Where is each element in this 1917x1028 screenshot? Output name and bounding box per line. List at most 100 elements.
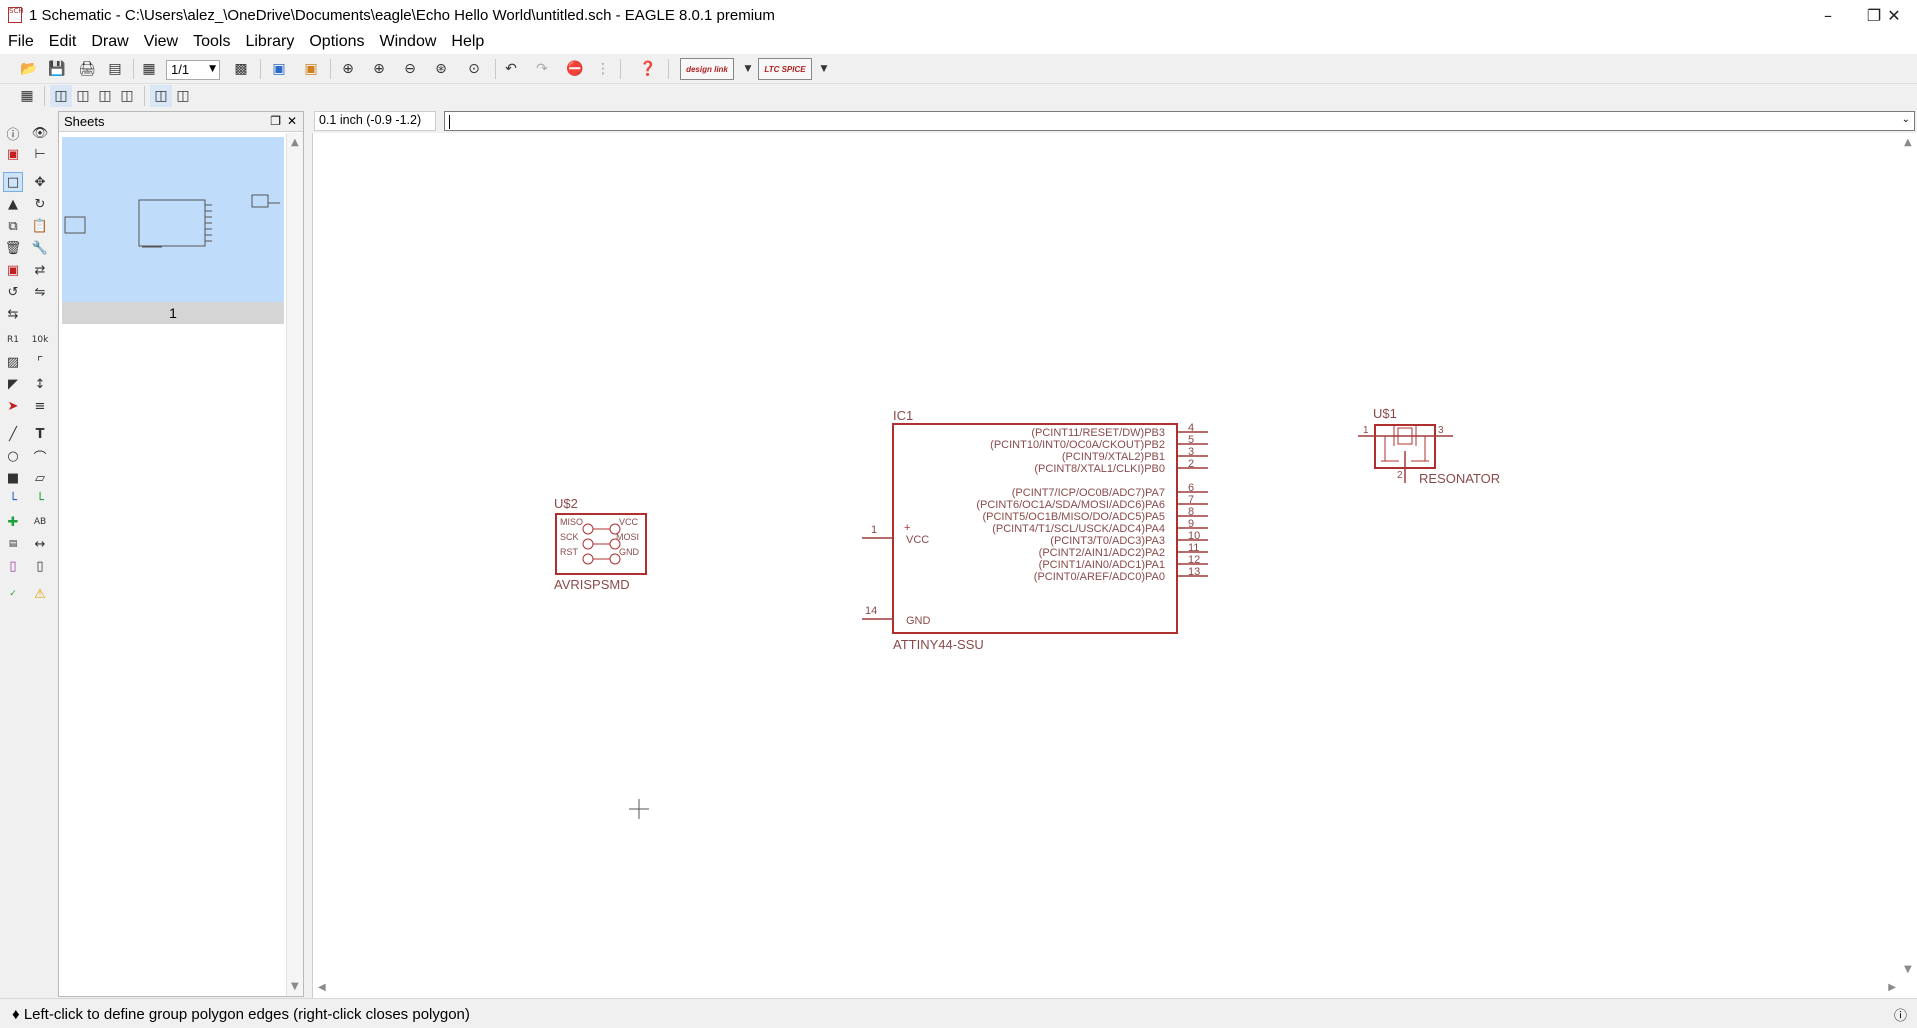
library-icon[interactable]: ▩ (230, 58, 252, 80)
close-panel-icon[interactable]: ✕ (287, 114, 297, 128)
invoke-icon[interactable]: ↺ (3, 282, 23, 302)
sheet-label[interactable]: 1 (62, 302, 284, 324)
menu-tools[interactable]: Tools (185, 33, 237, 51)
cam-icon[interactable]: ▤ (104, 58, 126, 80)
align-icon[interactable]: ≡ (30, 396, 50, 416)
ic1-symbol[interactable]: IC1 ATTINY44-SSU 4 (PCINT11/RESET/DW)PB3 5… (862, 408, 1208, 652)
show-icon[interactable]: 👁 (30, 123, 50, 143)
delete-icon[interactable]: 🗑 (3, 238, 23, 258)
chevron-down-icon[interactable]: ▼ (813, 58, 835, 80)
frame-icon[interactable]: ▯ (3, 556, 23, 576)
help-icon[interactable]: ❓ (637, 58, 659, 80)
zoom-in-icon[interactable]: ⊕ (368, 58, 390, 80)
pinswap-icon[interactable]: ⇋ (30, 282, 50, 302)
mark-icon[interactable]: ⊢ (30, 144, 50, 164)
layout-icon[interactable]: ◫ (94, 85, 116, 107)
layout-icon[interactable]: ◫ (50, 85, 72, 107)
script-icon[interactable]: ▣ (268, 58, 290, 80)
wire-icon[interactable]: ╱ (3, 424, 23, 444)
rectangle-icon[interactable]: ■ (3, 468, 23, 488)
scroll-left-icon[interactable]: ◀ (318, 982, 326, 993)
grid-icon[interactable]: ▦ (16, 85, 38, 107)
layout-icon[interactable]: ◫ (116, 85, 138, 107)
scroll-right-icon[interactable]: ▶ (1888, 982, 1896, 993)
chevron-down-icon[interactable]: ⌄ (1902, 114, 1910, 125)
stop-icon[interactable]: ⛔ (564, 58, 586, 80)
copy-icon[interactable]: ⧉ (3, 216, 23, 236)
zoom-redraw-icon[interactable]: ⊛ (430, 58, 452, 80)
menu-help[interactable]: Help (443, 33, 491, 51)
zoom-select-icon[interactable]: ⊙ (463, 58, 485, 80)
designlink-button[interactable]: design link (680, 58, 734, 80)
canvas-horizontal-scrollbar[interactable]: ◀ ▶ (313, 979, 1901, 998)
add-part-icon[interactable]: ▣ (3, 260, 23, 280)
sheet-select[interactable]: 1/1 ▼ (166, 60, 220, 80)
change-icon[interactable]: 🔧 (30, 238, 50, 258)
info-icon[interactable]: ⓘ (3, 123, 23, 143)
redo-icon[interactable]: ↷ (531, 58, 553, 80)
menu-window[interactable]: Window (372, 33, 444, 51)
arc-icon[interactable]: ⌒ (30, 446, 50, 466)
smash-icon[interactable]: ▨ (3, 352, 23, 372)
name-icon[interactable]: R1 (3, 330, 23, 350)
scroll-up-icon[interactable]: ▲ (291, 137, 299, 148)
modules-icon[interactable]: ▯ (30, 556, 50, 576)
ulp-icon[interactable]: ▣ (300, 58, 322, 80)
label-icon[interactable]: AB (30, 512, 50, 532)
miter-icon[interactable]: ⌜ (30, 352, 50, 372)
junction-icon[interactable]: ✚ (3, 512, 23, 532)
close-button[interactable]: ✕ (1871, 0, 1917, 30)
slice-icon[interactable]: ➤ (3, 396, 23, 416)
menu-options[interactable]: Options (301, 33, 371, 51)
gateswap-icon[interactable]: ⇆ (3, 304, 23, 324)
dimension-icon[interactable]: ↔ (30, 534, 50, 554)
panel-scrollbar[interactable]: ▲ ▼ (286, 133, 303, 996)
schematic-canvas[interactable]: IC1 ATTINY44-SSU 4 (PCINT11/RESET/DW)PB3 5… (312, 133, 1917, 998)
paste-icon[interactable]: 📋 (30, 216, 50, 236)
print-icon[interactable]: 🖨 (76, 58, 98, 80)
scroll-down-icon[interactable]: ▼ (1904, 964, 1912, 975)
menu-library[interactable]: Library (237, 33, 301, 51)
panel-layout-icon[interactable]: ◫ (172, 85, 194, 107)
circle-icon[interactable]: ○ (3, 446, 23, 466)
minimize-button[interactable]: – (1805, 0, 1851, 30)
replace-icon[interactable]: ⇄ (30, 260, 50, 280)
undo-icon[interactable]: ↶ (500, 58, 522, 80)
u1-symbol[interactable]: U$1 1 3 2 RESONATOR (1358, 406, 1500, 486)
status-info-icon[interactable]: ⓘ (1894, 1005, 1907, 1024)
value-icon[interactable]: 10k (30, 330, 50, 350)
net-icon[interactable]: └ (30, 490, 50, 510)
errors-warning-icon[interactable]: ⚠ (30, 584, 50, 604)
sheet-thumbnail[interactable] (62, 137, 284, 302)
go-icon[interactable]: ⋮ (592, 58, 614, 80)
panel-layout-icon[interactable]: ◫ (150, 85, 172, 107)
optimize-icon[interactable]: ↕ (30, 374, 50, 394)
chevron-down-icon[interactable]: ▼ (737, 58, 759, 80)
text-icon[interactable]: T (30, 424, 50, 444)
erc-icon[interactable]: ✓ (3, 584, 23, 604)
open-icon[interactable]: 📂 (18, 58, 40, 80)
rotate-icon[interactable]: ↻ (30, 194, 50, 214)
u2-symbol[interactable]: U$2 AVRISPSMD MISO SCK RST VCC MOSI GND (554, 496, 647, 592)
display-layers-icon[interactable]: ▣ (3, 144, 23, 164)
command-line-input[interactable]: ⌄ (444, 111, 1915, 131)
ltspice-button[interactable]: LTC SPICE (758, 58, 812, 80)
group-icon[interactable]: □ (3, 172, 23, 192)
board-schematic-switch-icon[interactable]: ▦ (138, 58, 160, 80)
menu-edit[interactable]: Edit (41, 33, 84, 51)
schematic-drawing[interactable]: IC1 ATTINY44-SSU 4 (PCINT11/RESET/DW)PB3 5… (313, 133, 1901, 979)
scroll-down-icon[interactable]: ▼ (291, 981, 299, 992)
menu-file[interactable]: File (0, 33, 41, 51)
zoom-fit-icon[interactable]: ⊕ (337, 58, 359, 80)
mirror-icon[interactable]: ▲ (3, 194, 23, 214)
zoom-out-icon[interactable]: ⊖ (399, 58, 421, 80)
scroll-up-icon[interactable]: ▲ (1904, 137, 1912, 148)
layout-icon[interactable]: ◫ (72, 85, 94, 107)
float-panel-icon[interactable]: ❐ (270, 114, 281, 128)
polygon-icon[interactable]: ▱ (30, 468, 50, 488)
canvas-vertical-scrollbar[interactable]: ▲ ▼ (1900, 133, 1917, 979)
attribute-icon[interactable]: ▤ (3, 534, 23, 554)
split-icon[interactable]: ◤ (3, 374, 23, 394)
menu-view[interactable]: View (136, 33, 185, 51)
save-icon[interactable]: 💾 (46, 58, 68, 80)
